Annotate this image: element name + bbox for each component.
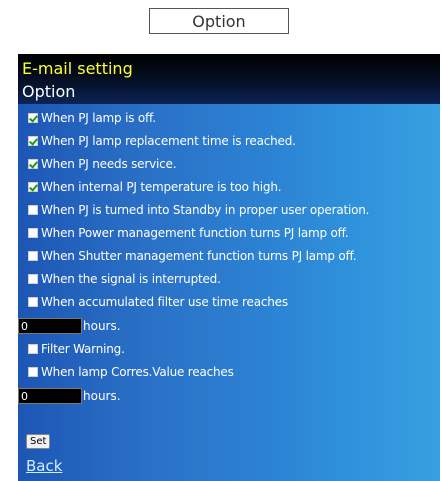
checkbox-needs-service[interactable]: [28, 159, 38, 169]
checkbox-shutter-management[interactable]: [28, 251, 38, 261]
option-label: Filter Warning.: [41, 342, 125, 356]
checkbox-temperature[interactable]: [28, 182, 38, 192]
option-label: When PJ is turned into Standby in proper…: [41, 203, 370, 217]
option-row-needs-service[interactable]: When PJ needs service.: [28, 155, 177, 173]
option-label: When PJ lamp is off.: [41, 111, 156, 125]
option-row-filter-warning[interactable]: Filter Warning.: [28, 340, 125, 358]
filter-hours-input[interactable]: 0: [18, 318, 82, 334]
section-title: Option: [22, 82, 76, 101]
option-row-lamp-replacement[interactable]: When PJ lamp replacement time is reached…: [28, 132, 296, 150]
back-link[interactable]: Back: [26, 457, 62, 475]
checkbox-power-management[interactable]: [28, 228, 38, 238]
option-label: When internal PJ temperature is too high…: [41, 180, 282, 194]
option-row-lamp-corres[interactable]: When lamp Corres.Value reaches: [28, 363, 234, 381]
option-row-lamp-off[interactable]: When PJ lamp is off.: [28, 109, 156, 127]
option-label: When the signal is interrupted.: [41, 272, 221, 286]
option-label: When Power management function turns PJ …: [41, 226, 349, 240]
option-row-temperature[interactable]: When internal PJ temperature is too high…: [28, 178, 282, 196]
option-row-power-management[interactable]: When Power management function turns PJ …: [28, 224, 349, 242]
option-label: When PJ lamp replacement time is reached…: [41, 134, 296, 148]
option-row-standby[interactable]: When PJ is turned into Standby in proper…: [28, 201, 370, 219]
checkbox-filter-warning[interactable]: [28, 344, 38, 354]
option-label: When Shutter management function turns P…: [41, 249, 357, 263]
option-row-signal-interrupted[interactable]: When the signal is interrupted.: [28, 270, 221, 288]
page-title: E-mail setting: [22, 59, 133, 78]
checkbox-lamp-off[interactable]: [28, 113, 38, 123]
checkbox-filter-time[interactable]: [28, 297, 38, 307]
checkbox-lamp-replacement[interactable]: [28, 136, 38, 146]
lamp-hours-row: 0 hours.: [18, 387, 121, 405]
option-tab[interactable]: Option: [149, 8, 289, 34]
checkbox-lamp-corres[interactable]: [28, 367, 38, 377]
option-label: When accumulated filter use time reaches: [41, 295, 288, 309]
option-label: When PJ needs service.: [41, 157, 177, 171]
lamp-hours-unit: hours.: [83, 389, 121, 403]
email-setting-panel: E-mail setting Option When PJ lamp is of…: [18, 54, 440, 481]
option-row-shutter-management[interactable]: When Shutter management function turns P…: [28, 247, 357, 265]
set-button[interactable]: Set: [26, 434, 51, 449]
checkbox-standby[interactable]: [28, 205, 38, 215]
panel-header: E-mail setting Option: [18, 54, 440, 104]
option-row-filter-time[interactable]: When accumulated filter use time reaches: [28, 293, 288, 311]
option-label: When lamp Corres.Value reaches: [41, 365, 234, 379]
option-tab-label: Option: [192, 11, 246, 31]
filter-hours-unit: hours.: [83, 319, 121, 333]
filter-hours-row: 0 hours.: [18, 317, 121, 335]
checkbox-signal-interrupted[interactable]: [28, 274, 38, 284]
lamp-hours-input[interactable]: 0: [18, 388, 82, 404]
